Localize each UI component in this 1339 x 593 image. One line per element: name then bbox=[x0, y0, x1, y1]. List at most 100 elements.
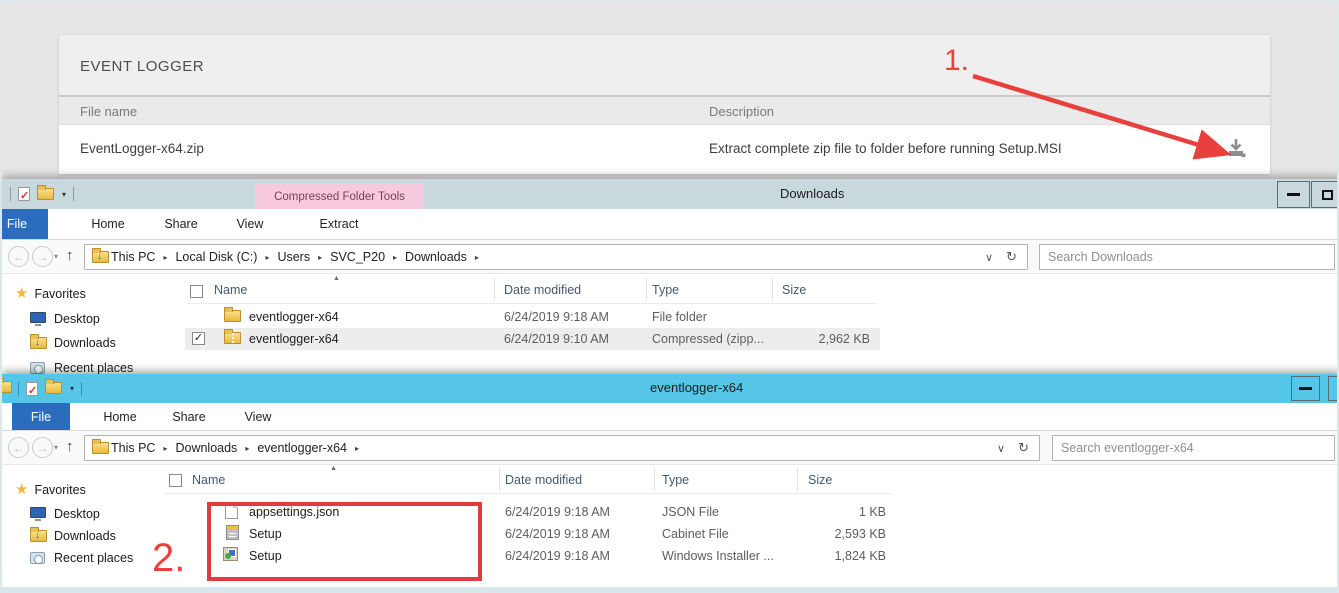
file-row-appsettings-json[interactable]: appsettings.json 6/24/2019 9:18 AM JSON … bbox=[2, 501, 1339, 523]
address-dropdown-icon[interactable]: ∨ bbox=[997, 442, 1005, 455]
column-file-name: File name bbox=[80, 104, 137, 119]
up-button[interactable]: ↑ bbox=[66, 247, 74, 264]
window-title: eventlogger-x64 bbox=[650, 380, 743, 395]
sidebar-item-recent-places[interactable]: Recent places bbox=[30, 361, 133, 374]
select-all-checkbox[interactable] bbox=[169, 474, 182, 487]
file-date: 6/24/2019 9:18 AM bbox=[504, 310, 609, 324]
breadcrumb-downloads[interactable]: Downloads bbox=[175, 441, 237, 455]
file-size: 1 KB bbox=[792, 505, 886, 519]
refresh-icon[interactable]: ↻ bbox=[1006, 250, 1017, 265]
recent-locations-icon[interactable]: ▾ bbox=[54, 252, 58, 261]
properties-check-icon[interactable] bbox=[18, 187, 30, 201]
ribbon-tabs: File Home Share View Extract bbox=[2, 209, 1339, 240]
minimize-icon bbox=[1287, 193, 1300, 196]
breadcrumb-this-pc[interactable]: This PC bbox=[111, 441, 155, 455]
refresh-icon[interactable]: ↻ bbox=[1018, 441, 1029, 456]
sort-ascending-icon: ▲ bbox=[333, 275, 340, 282]
breadcrumb-separator-icon: ▸ bbox=[393, 253, 397, 262]
select-all-checkbox[interactable] bbox=[190, 285, 203, 298]
minimize-button[interactable] bbox=[1277, 181, 1310, 208]
breadcrumb-svc-p20[interactable]: SVC_P20 bbox=[330, 250, 385, 264]
separator bbox=[81, 382, 82, 396]
file-type: File folder bbox=[652, 310, 707, 324]
search-input[interactable] bbox=[1053, 436, 1334, 460]
tab-home[interactable]: Home bbox=[88, 403, 152, 430]
file-date: 6/24/2019 9:18 AM bbox=[505, 549, 610, 563]
file-type: Compressed (zipp... bbox=[652, 332, 764, 346]
file-type: Windows Installer ... bbox=[662, 549, 774, 563]
recent-places-icon bbox=[30, 362, 45, 374]
folder-icon bbox=[224, 310, 241, 322]
tab-file[interactable]: File bbox=[0, 209, 48, 239]
file-size: 2,593 KB bbox=[792, 527, 886, 541]
file-date: 6/24/2019 9:18 AM bbox=[505, 505, 610, 519]
tab-extract[interactable]: Extract bbox=[295, 209, 383, 239]
breadcrumb-users[interactable]: Users bbox=[277, 250, 310, 264]
maximize-button[interactable] bbox=[1311, 181, 1339, 208]
file-row-eventlogger-zip[interactable]: ✓ eventlogger-x64 6/24/2019 9:10 AM Comp… bbox=[2, 328, 1339, 350]
tab-file[interactable]: File bbox=[12, 403, 70, 430]
sidebar-favorites[interactable]: ★ Favorites bbox=[15, 286, 86, 301]
file-row-setup-cab[interactable]: Setup 6/24/2019 9:18 AM Cabinet File 2,5… bbox=[2, 523, 1339, 545]
breadcrumb-local-disk-c[interactable]: Local Disk (C:) bbox=[175, 250, 257, 264]
file-row-eventlogger-folder[interactable]: eventlogger-x64 6/24/2019 9:18 AM File f… bbox=[2, 306, 1339, 328]
row-checkbox-checked[interactable]: ✓ bbox=[192, 332, 205, 345]
customize-toolbar-icon[interactable]: ▾ bbox=[62, 190, 66, 199]
folder-content: ★ Favorites Desktop Downloads Recent pla… bbox=[2, 274, 1339, 374]
column-header-type[interactable]: Type bbox=[652, 283, 679, 297]
new-folder-icon[interactable] bbox=[37, 188, 54, 200]
column-header-size[interactable]: Size bbox=[782, 283, 806, 297]
back-button[interactable]: ← bbox=[8, 437, 29, 458]
breadcrumb-separator-icon: ▸ bbox=[355, 444, 359, 453]
maximize-button[interactable] bbox=[1328, 376, 1339, 401]
search-input[interactable] bbox=[1040, 245, 1334, 269]
file-row-setup-msi[interactable]: Setup 6/24/2019 9:18 AM Windows Installe… bbox=[2, 545, 1339, 567]
folder-content: ★ Favorites Desktop Downloads Recent pla… bbox=[2, 465, 1339, 593]
address-bar[interactable]: This PC ▸ Local Disk (C:) ▸ Users ▸ SVC_… bbox=[84, 244, 1028, 270]
minimize-button[interactable] bbox=[1291, 376, 1320, 401]
tab-home[interactable]: Home bbox=[76, 209, 140, 239]
bottom-edge bbox=[2, 587, 1339, 593]
titlebar: ▾ Compressed Folder Tools Downloads bbox=[2, 179, 1339, 209]
tab-share[interactable]: Share bbox=[158, 403, 220, 430]
column-header-name[interactable]: Name bbox=[192, 473, 225, 487]
sidebar-item-label: Recent places bbox=[54, 361, 133, 374]
favorites-star-icon: ★ bbox=[15, 482, 28, 497]
annotation-step-2: 2. bbox=[152, 536, 185, 581]
column-header-type[interactable]: Type bbox=[662, 473, 689, 487]
file-date: 6/24/2019 9:10 AM bbox=[504, 332, 609, 346]
recent-locations-icon[interactable]: ▾ bbox=[54, 443, 58, 452]
quick-access-toolbar: ▾ bbox=[10, 179, 74, 209]
new-folder-icon[interactable] bbox=[45, 382, 62, 394]
page-title: EVENT LOGGER bbox=[80, 58, 204, 75]
file-type: JSON File bbox=[662, 505, 719, 519]
tab-view[interactable]: View bbox=[228, 403, 288, 430]
separator bbox=[18, 382, 19, 396]
column-header-size[interactable]: Size bbox=[808, 473, 832, 487]
address-dropdown-icon[interactable]: ∨ bbox=[985, 251, 993, 264]
properties-check-icon[interactable] bbox=[26, 382, 38, 396]
back-button[interactable]: ← bbox=[8, 246, 29, 267]
file-name-cell: EventLogger-x64.zip bbox=[80, 141, 204, 156]
tab-view[interactable]: View bbox=[218, 209, 282, 239]
forward-button[interactable]: → bbox=[32, 246, 53, 267]
column-header-date-modified[interactable]: Date modified bbox=[504, 283, 581, 297]
contextual-tab-group: Compressed Folder Tools bbox=[255, 183, 424, 210]
sidebar-favorites-label: Favorites bbox=[34, 483, 85, 497]
tab-share[interactable]: Share bbox=[150, 209, 212, 239]
breadcrumb-separator-icon: ▸ bbox=[318, 253, 322, 262]
address-bar[interactable]: This PC ▸ Downloads ▸ eventlogger-x64 ▸ … bbox=[84, 435, 1040, 461]
breadcrumb-eventlogger-x64[interactable]: eventlogger-x64 bbox=[257, 441, 347, 455]
quick-access-toolbar: ▾ bbox=[18, 374, 82, 403]
customize-toolbar-icon[interactable]: ▾ bbox=[70, 384, 74, 393]
annotation-rectangle-2 bbox=[207, 502, 482, 581]
screenshot-root: EVENT LOGGER File name Description Event… bbox=[0, 0, 1339, 593]
column-header-name[interactable]: Name bbox=[214, 283, 247, 297]
column-header-date-modified[interactable]: Date modified bbox=[505, 473, 582, 487]
breadcrumb-this-pc[interactable]: This PC bbox=[111, 250, 155, 264]
sidebar-favorites[interactable]: ★ Favorites bbox=[15, 482, 86, 497]
zip-folder-icon bbox=[224, 332, 241, 344]
up-button[interactable]: ↑ bbox=[66, 438, 74, 455]
breadcrumb-downloads[interactable]: Downloads bbox=[405, 250, 467, 264]
forward-button[interactable]: → bbox=[32, 437, 53, 458]
